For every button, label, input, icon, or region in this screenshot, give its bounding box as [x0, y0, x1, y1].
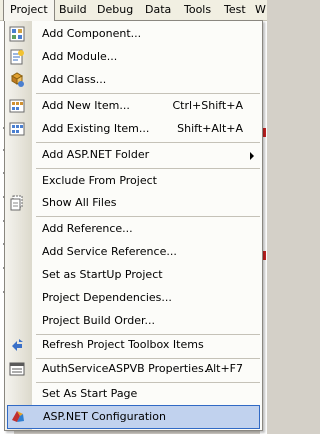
menu-item-label: Exclude From Project — [42, 174, 157, 187]
aspnet-configuration-icon — [10, 408, 26, 424]
menu-build[interactable]: Build — [53, 0, 93, 20]
menu-item-add-module[interactable]: Add Module... — [6, 46, 261, 68]
add-class-icon — [9, 72, 25, 88]
menu-item-aspnet-configuration[interactable]: ASP.NET Configuration — [7, 405, 260, 429]
menu-item-label: ASP.NET Configuration — [43, 410, 166, 423]
add-component-icon — [9, 26, 25, 42]
add-module-icon — [9, 49, 25, 65]
menu-item-show-all-files[interactable]: Show All Files — [6, 192, 261, 214]
menu-item-label: Add Reference... — [42, 222, 133, 235]
menu-item-label: Set as StartUp Project — [42, 268, 163, 281]
menu-item-add-component[interactable]: Add Component... — [6, 23, 261, 45]
menu-item-label: Show All Files — [42, 196, 117, 209]
menu-item-add-class[interactable]: Add Class... — [6, 69, 261, 91]
menu-item-properties[interactable]: AuthServiceASPVB Properties... Alt+F7 — [6, 358, 261, 380]
menu-item-add-reference[interactable]: Add Reference... — [6, 218, 261, 240]
menu-item-label: Set As Start Page — [42, 387, 138, 400]
menu-item-set-startup-project[interactable]: Set as StartUp Project — [6, 264, 261, 286]
menu-separator — [36, 93, 260, 94]
menu-debug[interactable]: Debug — [91, 0, 139, 20]
menu-item-label: Refresh Project Toolbox Items — [42, 338, 204, 351]
menu-data[interactable]: Data — [139, 0, 177, 20]
add-existing-item-icon — [9, 121, 25, 137]
menu-separator — [36, 142, 260, 143]
menu-item-add-existing-item[interactable]: Add Existing Item... Shift+Alt+A — [6, 118, 261, 140]
menu-item-shortcut: Shift+Alt+A — [177, 122, 243, 135]
menu-item-set-as-start-page[interactable]: Set As Start Page — [6, 383, 261, 405]
menu-item-label: Project Build Order... — [42, 314, 155, 327]
show-all-files-icon — [9, 195, 25, 211]
menu-item-label: Add Module... — [42, 50, 118, 63]
menu-item-project-build-order[interactable]: Project Build Order... — [6, 310, 261, 332]
menu-separator — [36, 216, 260, 217]
menu-item-label: Add ASP.NET Folder — [42, 148, 150, 161]
menu-item-add-new-item[interactable]: Add New Item... Ctrl+Shift+A — [6, 95, 261, 117]
menu-item-label: Add Class... — [42, 73, 107, 86]
menu-item-exclude-from-project[interactable]: Exclude From Project — [6, 170, 261, 192]
add-new-item-icon — [9, 98, 25, 114]
refresh-toolbox-icon — [9, 337, 25, 353]
menu-bar: Project Build Debug Data Tools Test W — [0, 0, 267, 21]
menu-item-label: Add Existing Item... — [42, 122, 150, 135]
menu-item-label: Add Service Reference... — [42, 245, 177, 258]
menu-separator — [36, 168, 260, 169]
menu-item-label: Project Dependencies... — [42, 291, 172, 304]
menu-item-project-dependencies[interactable]: Project Dependencies... — [6, 287, 261, 309]
menu-test[interactable]: Test — [218, 0, 252, 20]
menu-tools[interactable]: Tools — [178, 0, 217, 20]
menu-item-add-aspnet-folder[interactable]: Add ASP.NET Folder — [6, 144, 261, 166]
properties-icon — [9, 361, 25, 377]
menu-project[interactable]: Project — [3, 0, 55, 21]
project-menu-dropdown: Add Component... Add Module... Add Class… — [4, 20, 263, 431]
submenu-arrow-icon — [250, 152, 254, 160]
menu-item-add-service-reference[interactable]: Add Service Reference... — [6, 241, 261, 263]
menu-item-shortcut: Alt+F7 — [205, 362, 243, 375]
menu-window[interactable]: W — [253, 0, 268, 20]
menu-item-label: Add New Item... — [42, 99, 130, 112]
menu-item-shortcut: Ctrl+Shift+A — [172, 99, 243, 112]
menu-item-label: Add Component... — [42, 27, 142, 40]
menu-item-refresh-toolbox-items[interactable]: Refresh Project Toolbox Items — [6, 334, 261, 356]
menu-item-label: AuthServiceASPVB Properties... — [42, 362, 215, 375]
